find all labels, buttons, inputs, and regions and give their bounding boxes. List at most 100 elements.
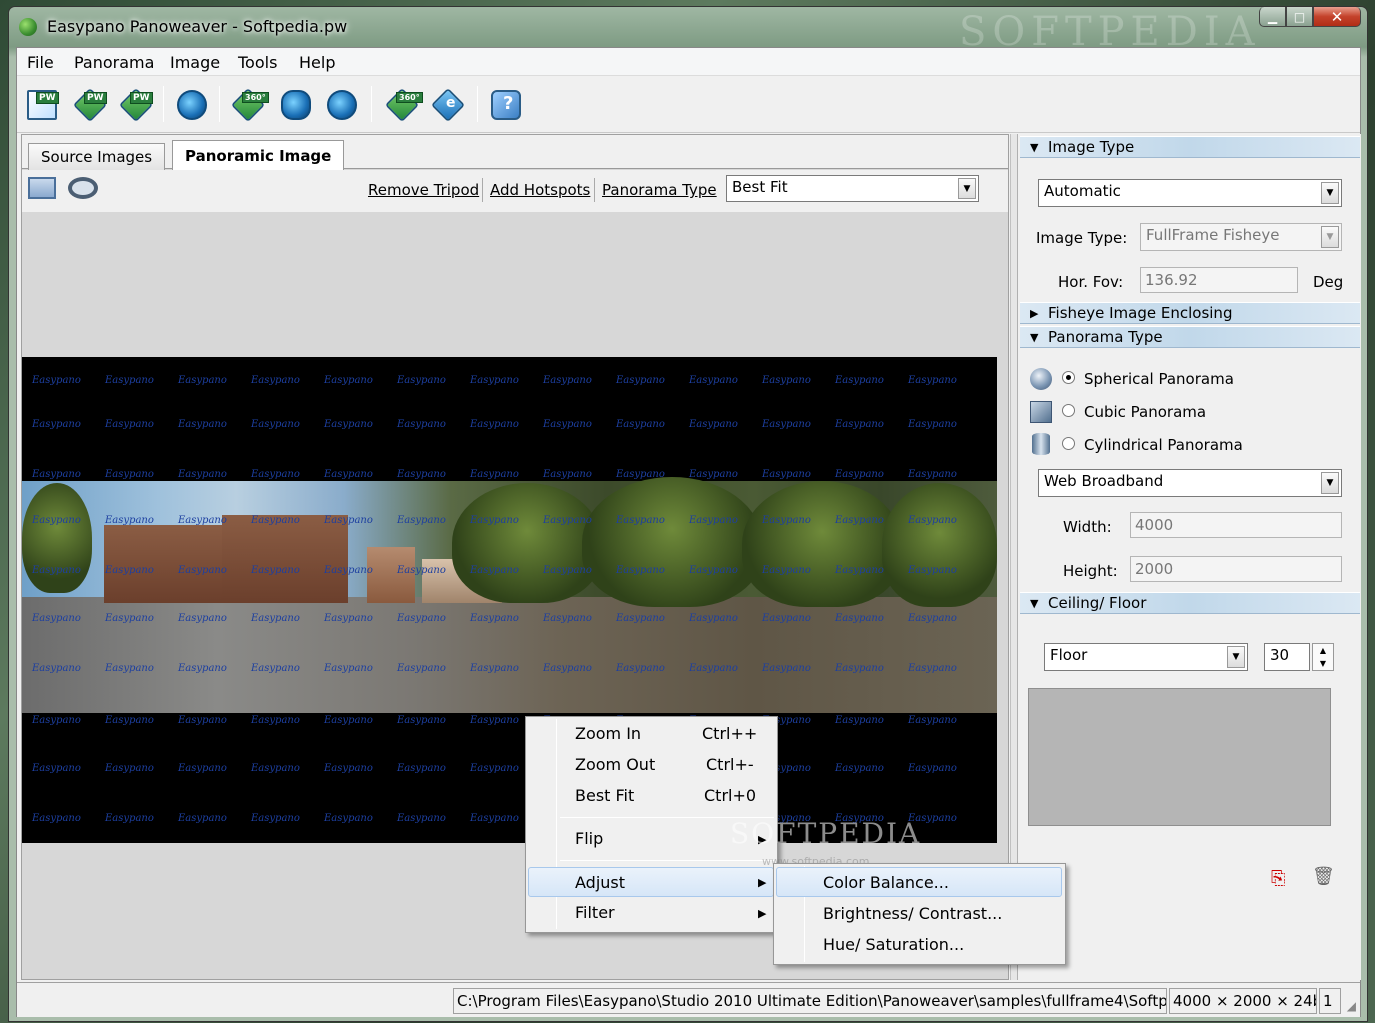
output-preset-select[interactable]: Web Broadband ▼ bbox=[1038, 469, 1342, 497]
menu-zoom-out[interactable]: Zoom Out Ctrl+- bbox=[528, 750, 774, 780]
fisheye-enclosing-header[interactable]: ▶ Fisheye Image Enclosing bbox=[1020, 302, 1360, 324]
spin-up-icon[interactable]: ▲ bbox=[1313, 644, 1333, 657]
easypano-watermark-logo: Easypano bbox=[251, 375, 300, 386]
menu-panorama[interactable]: Panorama bbox=[74, 53, 154, 72]
ceiling-floor-size-input[interactable]: 30 bbox=[1264, 643, 1310, 671]
easypano-watermark-logo: Easypano bbox=[762, 469, 811, 480]
easypano-watermark-logo: Easypano bbox=[324, 515, 373, 526]
easypano-watermark-logo: Easypano bbox=[470, 715, 519, 726]
remove-tripod-link[interactable]: Remove Tripod bbox=[368, 181, 479, 199]
cylindrical-radio[interactable] bbox=[1062, 437, 1075, 450]
cubic-label[interactable]: Cubic Panorama bbox=[1084, 403, 1206, 421]
resize-grip-icon[interactable]: ◢ bbox=[1347, 999, 1356, 1013]
easypano-watermark-logo: Easypano bbox=[251, 663, 300, 674]
tab-source-images[interactable]: Source Images bbox=[28, 143, 166, 170]
easypano-watermark-logo: Easypano bbox=[908, 763, 957, 774]
hor-fov-field[interactable]: 136.92 bbox=[1140, 267, 1298, 293]
pane-splitter[interactable] bbox=[1010, 134, 1017, 980]
easypano-watermark-logo: Easypano bbox=[762, 613, 811, 624]
new-project-button[interactable]: PW bbox=[23, 86, 61, 124]
ceiling-floor-header[interactable]: ▼ Ceiling/ Floor bbox=[1020, 592, 1360, 614]
easypano-watermark-logo: Easypano bbox=[543, 469, 592, 480]
close-button[interactable]: ✕ bbox=[1313, 7, 1361, 27]
stitch-button[interactable] bbox=[173, 86, 211, 124]
easypano-watermark-logo: Easypano bbox=[835, 613, 884, 624]
cubic-radio[interactable] bbox=[1062, 404, 1075, 417]
title-bar[interactable]: Easypano Panoweaver - Softpedia.pw SOFTP… bbox=[9, 7, 1367, 55]
image-type-select[interactable]: Automatic ▼ bbox=[1038, 179, 1342, 207]
image-type-header[interactable]: ▼ Image Type bbox=[1020, 136, 1360, 158]
help-label: ? bbox=[503, 93, 514, 114]
menu-file[interactable]: File bbox=[27, 53, 54, 72]
panorama-canvas[interactable]: Easypano Easypano Easypano Easypano Easypano… bbox=[22, 357, 997, 843]
easypano-watermark-logo: Easypano bbox=[397, 419, 446, 430]
image-type-subselect[interactable]: FullFrame Fisheye ▼ bbox=[1140, 223, 1342, 251]
easypano-watermark-logo: Easypano bbox=[689, 663, 738, 674]
web-button[interactable]: e bbox=[429, 86, 467, 124]
cylindrical-label[interactable]: Cylindrical Panorama bbox=[1084, 436, 1243, 454]
preview-button[interactable] bbox=[323, 86, 361, 124]
cube-icon bbox=[1030, 401, 1052, 423]
easypano-watermark-logo: Easypano bbox=[178, 469, 227, 480]
easypano-watermark-logo: Easypano bbox=[105, 763, 154, 774]
easypano-watermark-logo: Easypano bbox=[835, 565, 884, 576]
panorama-type-header[interactable]: ▼ Panorama Type bbox=[1020, 326, 1360, 348]
submenu-arrow-icon: ▶ bbox=[758, 907, 767, 920]
save-project-button[interactable]: PW bbox=[117, 86, 155, 124]
image-type-subselect-value: FullFrame Fisheye bbox=[1146, 226, 1280, 244]
chevron-down-icon: ▼ bbox=[1227, 646, 1245, 668]
menu-tools[interactable]: Tools bbox=[238, 53, 277, 72]
easypano-watermark-logo: Easypano bbox=[251, 613, 300, 624]
open-project-button[interactable]: PW bbox=[71, 86, 109, 124]
easypano-watermark-logo: Easypano bbox=[397, 515, 446, 526]
menu-hue-saturation[interactable]: Hue/ Saturation... bbox=[776, 930, 1062, 960]
menu-brightness-contrast[interactable]: Brightness/ Contrast... bbox=[776, 899, 1062, 929]
zoom-out-label: Zoom Out bbox=[575, 755, 656, 774]
height-field[interactable]: 2000 bbox=[1130, 556, 1342, 582]
menu-best-fit[interactable]: Best Fit Ctrl+0 bbox=[528, 781, 774, 811]
export-360-button[interactable]: 360° bbox=[383, 86, 423, 124]
trash-icon[interactable]: 🗑 bbox=[1312, 866, 1335, 888]
brightness-contrast-label: Brightness/ Contrast... bbox=[823, 904, 1003, 923]
help-button[interactable]: ? bbox=[487, 86, 525, 124]
settings-panel: ▼ Image Type Automatic ▼ Image Type: Ful… bbox=[1017, 134, 1361, 980]
image-type-select-value: Automatic bbox=[1044, 182, 1121, 200]
menu-adjust[interactable]: Adjust ▶ bbox=[528, 867, 774, 897]
context-menu: Zoom In Ctrl++ Zoom Out Ctrl+- Best Fit … bbox=[525, 716, 919, 933]
menu-help[interactable]: Help bbox=[299, 53, 335, 72]
fit-dropdown[interactable]: Best Fit ▼ bbox=[726, 175, 979, 202]
output-preset-value: Web Broadband bbox=[1044, 472, 1164, 490]
menu-color-balance[interactable]: Color Balance... bbox=[776, 867, 1062, 897]
ceiling-floor-spinner[interactable]: ▲ ▼ bbox=[1312, 643, 1334, 671]
easypano-watermark-logo: Easypano bbox=[616, 663, 665, 674]
spherical-label[interactable]: Spherical Panorama bbox=[1084, 370, 1234, 388]
panorama-type-link[interactable]: Panorama Type bbox=[602, 181, 717, 199]
tools-button[interactable] bbox=[277, 86, 315, 124]
tools-icon bbox=[281, 90, 311, 120]
easypano-watermark-logo: Easypano bbox=[908, 375, 957, 386]
spherical-radio[interactable] bbox=[1062, 371, 1075, 384]
rectangle-select-icon[interactable] bbox=[28, 177, 56, 199]
easypano-watermark-logo: Easypano bbox=[105, 419, 154, 430]
easypano-watermark-logo: Easypano bbox=[543, 613, 592, 624]
add-hotspots-link[interactable]: Add Hotspots bbox=[490, 181, 590, 199]
menu-image[interactable]: Image bbox=[170, 53, 220, 72]
menu-filter[interactable]: Filter ▶ bbox=[528, 898, 774, 928]
ring-view-icon[interactable] bbox=[68, 177, 98, 199]
adjust-label: Adjust bbox=[575, 873, 626, 892]
publish-360-button[interactable]: 360° bbox=[229, 86, 269, 124]
easypano-watermark-logo: Easypano bbox=[105, 813, 154, 824]
tab-panoramic-image[interactable]: Panoramic Image bbox=[172, 140, 345, 170]
toolbar: PW PW PW 360° 360° e ? bbox=[17, 76, 1360, 133]
easypano-watermark-logo: Easypano bbox=[32, 419, 81, 430]
image-toolbar: Remove Tripod Add Hotspots Panorama Type… bbox=[22, 170, 1008, 212]
width-field[interactable]: 4000 bbox=[1130, 512, 1342, 538]
minimize-button[interactable]: ▁ bbox=[1259, 7, 1286, 27]
menu-zoom-in[interactable]: Zoom In Ctrl++ bbox=[528, 719, 774, 749]
ceiling-floor-select[interactable]: Floor ▼ bbox=[1044, 643, 1248, 671]
add-image-icon[interactable]: ⎘ bbox=[1271, 868, 1291, 890]
easypano-watermark-logo: Easypano bbox=[689, 515, 738, 526]
spin-down-icon[interactable]: ▼ bbox=[1313, 657, 1333, 670]
maximize-button[interactable]: □ bbox=[1286, 7, 1313, 27]
menu-bar: File Panorama Image Tools Help bbox=[17, 48, 1360, 76]
